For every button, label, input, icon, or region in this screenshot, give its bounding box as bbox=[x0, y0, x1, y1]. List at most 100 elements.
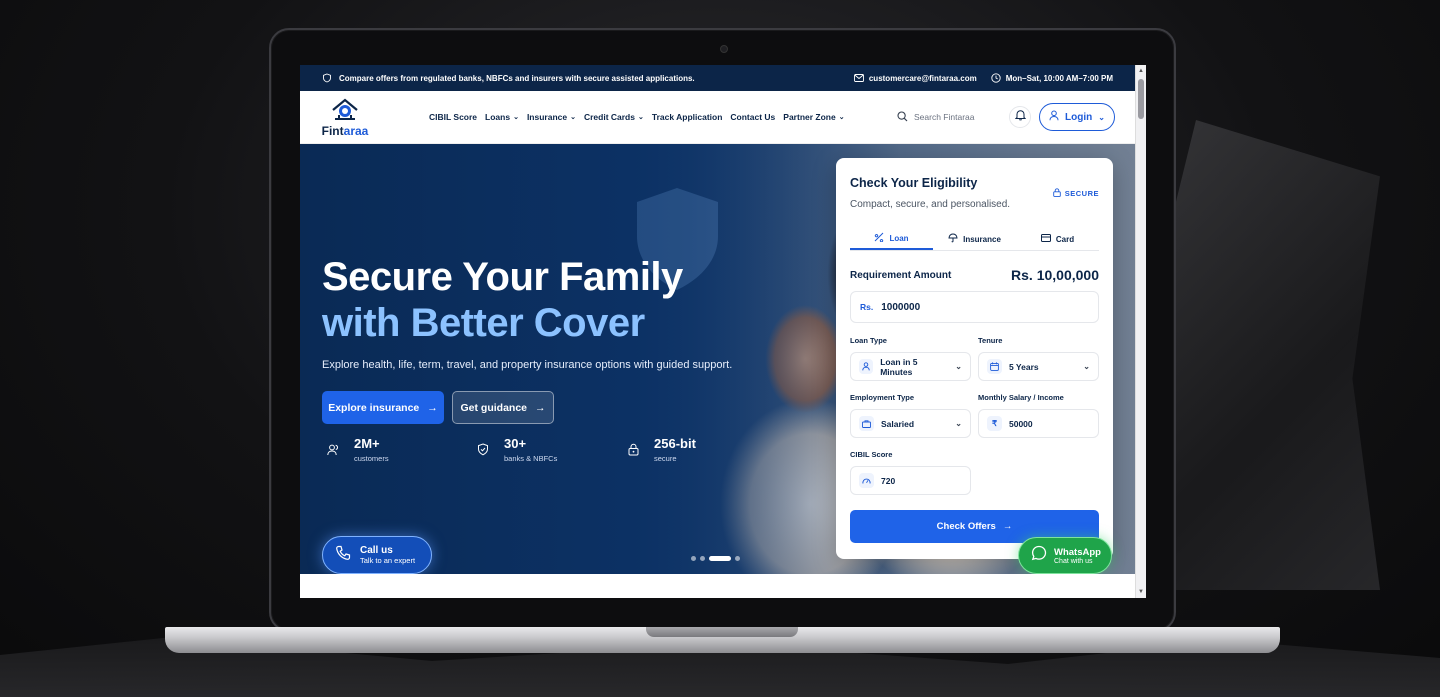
tab-card[interactable]: Card bbox=[1016, 228, 1099, 250]
logo-mark-icon bbox=[330, 97, 360, 123]
carousel-dot-active[interactable] bbox=[709, 556, 731, 561]
salary-group: Monthly Salary / Income ₹ 50000 bbox=[978, 393, 1099, 450]
nav-item-contact-us[interactable]: Contact Us bbox=[730, 112, 775, 122]
arrow-right-icon: → bbox=[427, 401, 438, 414]
amount-input[interactable]: Rs. 1000000 bbox=[850, 291, 1099, 323]
brand-name: Fintaraa bbox=[322, 124, 369, 138]
nav-item-label: Contact Us bbox=[730, 112, 776, 122]
brand-name-part2: araa bbox=[343, 123, 369, 138]
stat-label: customers bbox=[354, 454, 389, 463]
stat-banks: 30+ banks & NBFCs bbox=[476, 436, 626, 463]
scroll-thumb[interactable] bbox=[1138, 79, 1144, 119]
hero-title-line2: with Better Cover bbox=[322, 301, 645, 345]
background-rock bbox=[1150, 120, 1380, 590]
whatsapp-chat-button[interactable]: WhatsApp Chat with us bbox=[1018, 537, 1112, 574]
tenure-label: Tenure bbox=[978, 336, 1003, 345]
search-placeholder: Search Fintaraa bbox=[914, 112, 975, 122]
nav-item-insurance[interactable]: Insurance ⌄ bbox=[527, 112, 576, 122]
gauge-icon bbox=[859, 473, 874, 488]
loan-type-select[interactable]: Loan in 5 Minutes ⌄ bbox=[850, 352, 971, 381]
cibil-label: CIBIL Score bbox=[850, 450, 893, 459]
bell-icon bbox=[1014, 108, 1026, 126]
chevron-down-icon: ⌄ bbox=[637, 114, 644, 121]
eligibility-fields: Loan Type Loan in 5 Minutes ⌄ Tenure 5 Y… bbox=[850, 336, 1099, 504]
stat-label: banks & NBFCs bbox=[504, 454, 558, 463]
carousel-dot[interactable] bbox=[735, 556, 740, 561]
secure-badge-label: SECURE bbox=[1064, 189, 1099, 198]
currency-prefix: Rs. bbox=[860, 302, 874, 312]
mail-icon bbox=[853, 73, 864, 83]
whatsapp-icon bbox=[1031, 545, 1047, 566]
cibil-input[interactable]: 720 bbox=[850, 466, 971, 495]
employment-select[interactable]: Salaried ⌄ bbox=[850, 409, 971, 438]
chevron-down-icon: ⌄ bbox=[1083, 362, 1090, 371]
tenure-select[interactable]: 5 Years ⌄ bbox=[978, 352, 1099, 381]
hero-section: Secure Your Family with Better Cover Exp… bbox=[300, 144, 1135, 574]
call-us-button[interactable]: Call us Talk to an expert bbox=[322, 536, 432, 574]
explore-insurance-label: Explore insurance bbox=[328, 401, 420, 414]
get-guidance-button[interactable]: Get guidance → bbox=[452, 391, 554, 424]
cibil-group: CIBIL Score 720 bbox=[850, 450, 971, 504]
tab-loan-label: Loan bbox=[889, 233, 909, 243]
salary-label: Monthly Salary / Income bbox=[978, 393, 1064, 402]
info-message: Compare offers from regulated banks, NBF… bbox=[322, 73, 695, 83]
scroll-up-icon[interactable]: ▲ bbox=[1138, 68, 1144, 74]
loan-type-value: Loan in 5 Minutes bbox=[880, 356, 918, 377]
requirement-amount-label: Requirement Amount bbox=[850, 269, 952, 281]
calendar-icon bbox=[987, 359, 1002, 374]
user-icon bbox=[1049, 110, 1059, 124]
nav-item-partner-zone[interactable]: Partner Zone ⌄ bbox=[783, 112, 844, 122]
salary-value: 50000 bbox=[1009, 418, 1033, 429]
info-bar: Compare offers from regulated banks, NBF… bbox=[300, 65, 1135, 91]
loan-icon bbox=[874, 232, 884, 244]
nav-item-cibil-score[interactable]: CIBIL Score bbox=[429, 112, 477, 122]
stat-value: 256-bit bbox=[654, 436, 696, 451]
lock-icon bbox=[626, 443, 640, 457]
carousel-dot[interactable] bbox=[700, 556, 705, 561]
nav-item-track-application[interactable]: Track Application bbox=[652, 112, 723, 122]
arrow-right-icon: → bbox=[535, 401, 546, 414]
rupee-icon: ₹ bbox=[987, 416, 1002, 431]
chevron-down-icon: ⌄ bbox=[1098, 112, 1105, 122]
call-us-subtitle: Talk to an expert bbox=[360, 556, 416, 565]
next-section-peek bbox=[300, 574, 1135, 598]
nav-item-label: Credit Cards bbox=[583, 112, 635, 122]
brand-logo[interactable]: Fintaraa bbox=[316, 97, 374, 138]
scroll-down-icon[interactable]: ▼ bbox=[1138, 589, 1144, 595]
tenure-group: Tenure 5 Years ⌄ bbox=[978, 336, 1099, 393]
eligibility-subtitle: Compact, secure, and personalised. bbox=[850, 199, 1011, 210]
stat-value: 2M+ bbox=[354, 436, 380, 451]
eligibility-tabs: Loan Insurance Card bbox=[850, 228, 1099, 251]
explore-insurance-button[interactable]: Explore insurance → bbox=[322, 391, 444, 424]
nav-item-label: CIBIL Score bbox=[429, 112, 478, 122]
call-us-title: Call us bbox=[360, 545, 393, 556]
laptop-base bbox=[165, 627, 1280, 653]
nav-item-credit-cards[interactable]: Credit Cards ⌄ bbox=[584, 112, 644, 122]
tab-insurance-label: Insurance bbox=[963, 234, 1001, 244]
login-button[interactable]: Login ⌄ bbox=[1039, 103, 1115, 131]
clock-icon bbox=[991, 73, 1001, 83]
chevron-down-icon: ⌄ bbox=[955, 419, 962, 428]
umbrella-icon bbox=[948, 233, 958, 245]
notification-button[interactable] bbox=[1009, 106, 1031, 128]
tab-insurance[interactable]: Insurance bbox=[933, 228, 1016, 250]
employment-label: Employment Type bbox=[850, 393, 915, 402]
laptop-notch bbox=[646, 627, 798, 637]
search-icon bbox=[897, 110, 908, 124]
search-input[interactable]: Search Fintaraa bbox=[897, 110, 997, 124]
shield-icon bbox=[322, 73, 332, 83]
requirement-amount-display: Rs. 10,00,000 bbox=[1011, 267, 1099, 283]
hours-info: Mon–Sat, 10:00 AM–7:00 PM bbox=[991, 73, 1113, 83]
salary-input[interactable]: ₹ 50000 bbox=[978, 409, 1099, 438]
page-scrollbar[interactable]: ▲ ▼ bbox=[1135, 65, 1146, 598]
chevron-down-icon: ⌄ bbox=[570, 114, 576, 121]
whatsapp-subtitle: Chat with us bbox=[1054, 557, 1093, 565]
users-icon bbox=[326, 443, 340, 457]
tab-loan[interactable]: Loan bbox=[850, 228, 933, 250]
nav-item-loans[interactable]: Loans ⌄ bbox=[485, 112, 519, 122]
chevron-down-icon: ⌄ bbox=[838, 114, 845, 121]
carousel-dot[interactable] bbox=[691, 556, 696, 561]
email-link[interactable]: customercare@fintaraa.com bbox=[853, 73, 977, 83]
camera-icon bbox=[720, 45, 728, 53]
info-message-text: Compare offers from regulated banks, NBF… bbox=[339, 73, 695, 83]
